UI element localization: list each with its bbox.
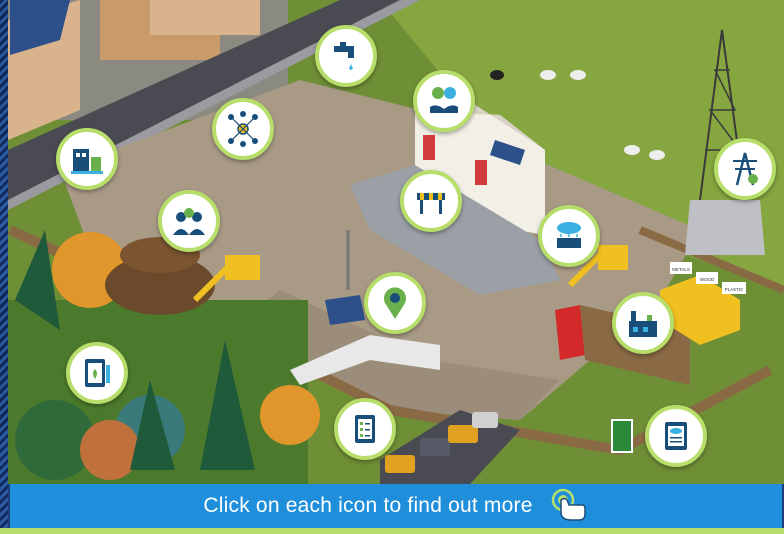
instruction-banner: Click on each icon to find out more — [10, 484, 782, 528]
sign-metals: METALS — [672, 267, 690, 272]
factory-icon[interactable] — [612, 292, 674, 354]
location-pin-icon[interactable] — [364, 272, 426, 334]
site-building-icon[interactable] — [56, 128, 118, 190]
bottom-accent-strip — [0, 528, 784, 534]
network-lightbulb-icon[interactable] — [212, 98, 274, 160]
water-tap-icon[interactable] — [315, 25, 377, 87]
road-barrier-icon[interactable] — [400, 170, 462, 232]
workers-group-icon[interactable] — [158, 190, 220, 252]
tap-hand-icon — [551, 488, 586, 521]
co2-report-icon[interactable] — [645, 405, 707, 467]
banner-text: Click on each icon to find out more — [203, 494, 533, 517]
clipboard-plant-icon[interactable] — [66, 342, 128, 404]
money-hands-icon[interactable] — [413, 70, 475, 132]
weather-station-icon[interactable] — [538, 205, 600, 267]
power-pylon-icon[interactable] — [714, 138, 776, 200]
left-border-stripe — [0, 0, 8, 534]
interactive-map: METALS WOOD PLASTIC Click on each icon t… — [0, 0, 784, 534]
sign-wood: WOOD — [700, 277, 715, 282]
checklist-icon[interactable] — [334, 398, 396, 460]
sign-plastic: PLASTIC — [725, 287, 745, 292]
